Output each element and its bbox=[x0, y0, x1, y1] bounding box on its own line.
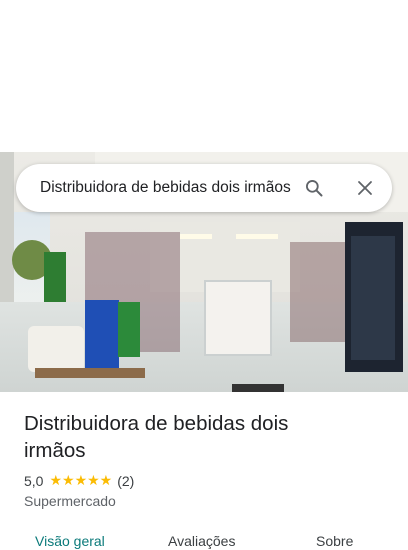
photo-blue-crates bbox=[85, 300, 119, 368]
close-icon bbox=[356, 179, 374, 197]
place-title: Distribuidora de bebidas dois irmãos bbox=[24, 412, 289, 462]
search-bar[interactable]: Distribuidora de bebidas dois irmãos bbox=[16, 164, 392, 212]
photo-pallet bbox=[35, 368, 145, 378]
photo-display-shelf bbox=[204, 280, 272, 356]
rating-stars: ★★★★★ bbox=[49, 472, 113, 488]
close-button[interactable] bbox=[353, 176, 377, 200]
photo-fridge bbox=[345, 222, 403, 372]
rating-value: 5,0 bbox=[24, 472, 44, 489]
photo-shelf-right bbox=[290, 242, 350, 342]
photo-ceiling-light bbox=[236, 234, 278, 239]
photo-doormat bbox=[232, 384, 284, 392]
search-icon bbox=[304, 178, 324, 198]
photo-sacks bbox=[28, 326, 84, 372]
photo-ceiling-light bbox=[180, 234, 212, 239]
review-count[interactable]: (2) bbox=[117, 473, 134, 489]
tab-about[interactable]: Sobre bbox=[316, 533, 353, 549]
tab-reviews[interactable]: Avaliações bbox=[168, 533, 235, 549]
search-input[interactable]: Distribuidora de bebidas dois irmãos bbox=[40, 179, 292, 197]
rating-row[interactable]: 5,0 ★★★★★ (2) bbox=[24, 472, 134, 489]
tab-overview[interactable]: Visão geral bbox=[35, 533, 105, 549]
search-button[interactable] bbox=[302, 176, 326, 200]
place-tabs: Visão geral Avaliações Sobre bbox=[0, 530, 408, 550]
place-category[interactable]: Supermercado bbox=[24, 493, 116, 509]
photo-green-crates bbox=[118, 302, 140, 357]
